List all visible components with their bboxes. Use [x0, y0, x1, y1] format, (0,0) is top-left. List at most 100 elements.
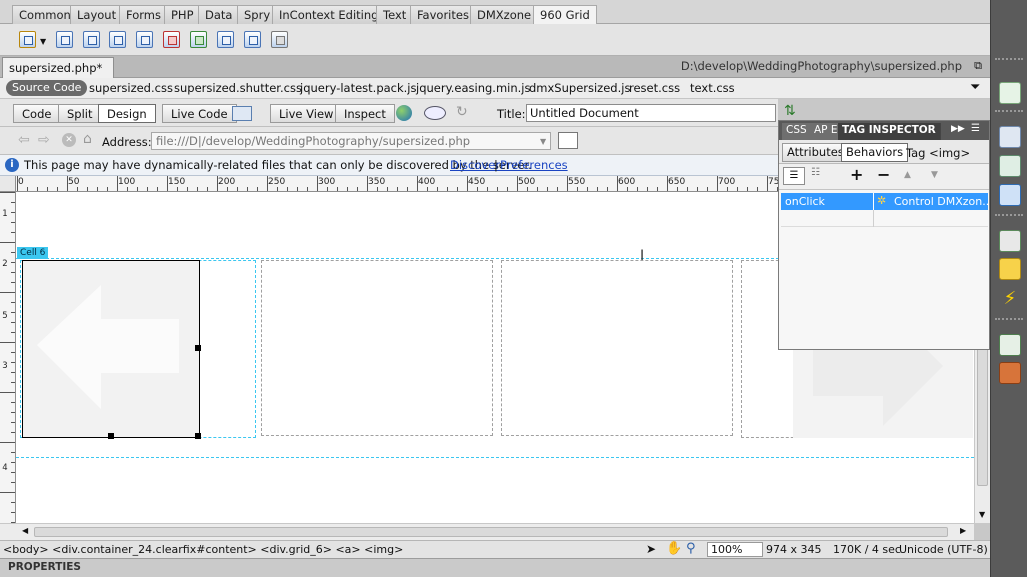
scroll-right-icon[interactable]: ▶ — [960, 526, 966, 535]
live-view-options-icon[interactable] — [558, 132, 578, 149]
insert-container-icon[interactable] — [56, 31, 73, 48]
ap-elements-icon[interactable] — [999, 155, 1021, 177]
chevron-down-icon[interactable]: ▼ — [540, 137, 546, 146]
zoom-tool-icon[interactable]: ⚲ — [686, 541, 696, 556]
live-code-button[interactable]: Live Code — [162, 104, 237, 123]
rail-grip[interactable] — [995, 214, 1023, 226]
tab-css[interactable]: CSS — [782, 123, 812, 140]
rail-grip[interactable] — [995, 58, 1023, 70]
tab-960-grid[interactable]: 960 Grid — [533, 5, 597, 25]
preferences-link[interactable]: Preferences — [500, 158, 568, 172]
properties-bar[interactable]: PROPERTIES — [0, 558, 990, 577]
remove-behavior-button[interactable]: − — [877, 165, 890, 184]
discover-link[interactable]: Discover — [450, 158, 500, 172]
scroll-down-icon[interactable]: ▼ — [979, 510, 985, 519]
tab-incontext-editing[interactable]: InContext Editing — [272, 5, 386, 24]
ruler-tick — [87, 187, 88, 191]
file-management-icon[interactable]: ⇅ — [784, 103, 796, 119]
add-behavior-button[interactable]: + — [850, 165, 863, 184]
panel-menu-icon[interactable]: ☰ — [971, 123, 980, 134]
horizontal-scrollbar[interactable]: ◀ ▶ — [0, 523, 974, 540]
related-file[interactable]: jquery.easing.min.js — [416, 81, 531, 95]
show-all-events-icon[interactable]: ☷ — [811, 167, 820, 178]
refresh-icon[interactable]: ↻ — [456, 104, 468, 120]
grid-overlay-icon[interactable] — [271, 31, 288, 48]
related-file[interactable]: supersized.css — [89, 81, 173, 95]
scroll-left-icon[interactable]: ◀ — [22, 526, 28, 535]
attributes-tab[interactable]: Attributes — [782, 143, 849, 162]
split-view-button[interactable]: Split — [58, 104, 102, 123]
resize-handle[interactable] — [195, 433, 201, 439]
tab-tag-inspector[interactable]: TAG INSPECTOR — [838, 123, 941, 140]
files-icon[interactable] — [999, 334, 1021, 356]
home-icon[interactable]: ⌂ — [83, 131, 92, 147]
expand-icon[interactable]: ▶▶ — [951, 124, 965, 134]
chevron-down-icon[interactable]: ▼ — [40, 37, 46, 46]
tab-data[interactable]: Data — [198, 5, 240, 24]
pointer-tool-icon[interactable]: ➤ — [646, 542, 656, 556]
tab-common[interactable]: Common — [12, 5, 78, 24]
server-behaviors-icon[interactable]: ⚡ — [999, 288, 1021, 310]
visual-aids-icon[interactable] — [424, 106, 446, 120]
code-view-button[interactable]: Code — [13, 104, 61, 123]
databases-icon[interactable] — [999, 230, 1021, 252]
design-view-button[interactable]: Design — [98, 104, 156, 123]
tag-inspector-icon[interactable] — [999, 184, 1021, 206]
insert-push-icon[interactable] — [163, 31, 180, 48]
rail-grip[interactable] — [995, 318, 1023, 330]
behaviors-tab[interactable]: Behaviors — [841, 143, 909, 162]
source-code-button[interactable]: Source Code — [6, 80, 88, 96]
related-file[interactable]: supersized.shutter.css — [174, 81, 302, 95]
show-set-events-icon[interactable]: ☰ — [783, 167, 805, 185]
move-down-icon[interactable]: ▼ — [931, 170, 938, 180]
check-browser-icon[interactable] — [232, 106, 252, 121]
stop-icon[interactable]: ✕ — [62, 133, 76, 147]
window-size[interactable]: 974 x 345 — [766, 543, 822, 556]
hand-tool-icon[interactable]: ✋ — [666, 541, 682, 556]
grid-settings-icon[interactable] — [19, 31, 36, 48]
grid-cell-3[interactable] — [501, 260, 733, 436]
ruler-origin[interactable] — [0, 176, 16, 192]
insert-omega-icon[interactable] — [244, 31, 261, 48]
related-file[interactable]: text.css — [690, 81, 735, 95]
insert-grid-icon[interactable] — [83, 31, 100, 48]
tab-dmxzone[interactable]: DMXzone — [470, 5, 539, 24]
resize-handle[interactable] — [195, 345, 201, 351]
filter-icon[interactable]: ⏷ — [970, 80, 980, 95]
related-file[interactable]: dmxSupersized.js — [529, 81, 630, 95]
address-input[interactable]: file:///D|/develop/WeddingPhotography/su… — [151, 132, 551, 150]
resize-handle[interactable] — [108, 433, 114, 439]
insert-alpha-icon[interactable] — [217, 31, 234, 48]
tag-selector[interactable]: <body> <div.container_24.clearfix#conten… — [3, 543, 403, 556]
tab-php[interactable]: PHP — [164, 5, 201, 24]
insert-pull-icon[interactable] — [190, 31, 207, 48]
title-input[interactable]: Untitled Document — [526, 104, 776, 122]
horizontal-scroll-thumb[interactable] — [34, 527, 948, 537]
related-file[interactable]: reset.css — [629, 81, 680, 95]
prev-arrow-image[interactable] — [22, 260, 201, 439]
tab-layout[interactable]: Layout — [70, 5, 124, 24]
css-styles-icon[interactable] — [999, 126, 1021, 148]
live-view-button[interactable]: Live View — [270, 104, 343, 123]
back-arrow-icon[interactable]: ⇦ — [18, 132, 30, 148]
tab-forms[interactable]: Forms — [119, 5, 168, 24]
tab-text[interactable]: Text — [376, 5, 414, 24]
related-file[interactable]: jquery-latest.pack.js — [300, 81, 417, 95]
preview-globe-icon[interactable] — [396, 105, 412, 121]
insert-prefix-icon[interactable] — [109, 31, 126, 48]
behavior-row-empty[interactable] — [781, 210, 988, 227]
inspect-button[interactable]: Inspect — [335, 104, 395, 123]
forward-arrow-icon[interactable]: ⇨ — [38, 132, 50, 148]
grid-cell-2[interactable] — [261, 260, 493, 436]
assets-icon[interactable] — [999, 362, 1021, 384]
restore-window-icon[interactable]: ⧉ — [974, 59, 982, 73]
behavior-row[interactable]: onClick ✲ Control DMXzon... — [781, 193, 993, 210]
insert-suffix-icon[interactable] — [136, 31, 153, 48]
rail-grip[interactable] — [995, 110, 1023, 122]
bindings-icon[interactable] — [999, 258, 1021, 280]
flask-icon[interactable] — [999, 82, 1021, 104]
tab-favorites[interactable]: Favorites — [410, 5, 476, 24]
move-up-icon[interactable]: ▲ — [904, 170, 911, 180]
document-tab[interactable]: supersized.php* ✕ — [2, 57, 114, 89]
zoom-select[interactable]: 100% — [707, 542, 763, 557]
